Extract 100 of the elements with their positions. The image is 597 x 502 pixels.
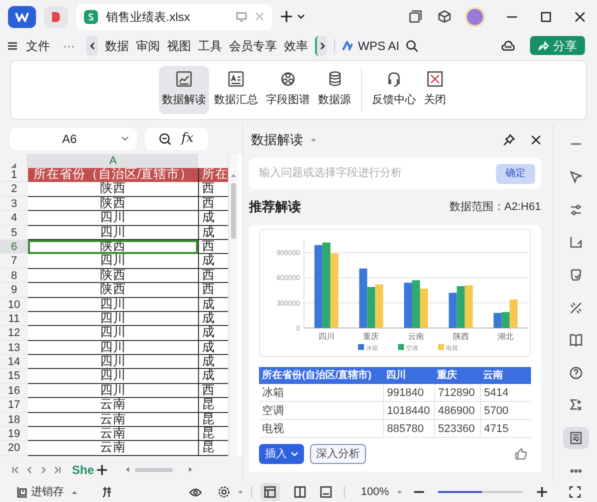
question-field[interactable]: 输入问题或选择字段进行分析 确定 <box>249 158 541 189</box>
row-header[interactable]: 18 <box>0 412 28 428</box>
row-header[interactable]: 6 <box>0 240 28 254</box>
menu-item[interactable]: 文件 <box>24 36 52 54</box>
normal-view-button[interactable] <box>260 483 280 501</box>
chevron-left-icon[interactable] <box>26 466 33 474</box>
row-header[interactable]: 8 <box>0 268 28 284</box>
row-header[interactable]: 19 <box>0 427 28 442</box>
first-sheet-icon[interactable] <box>12 466 19 474</box>
ribbon-button[interactable]: 数据汇总 <box>211 66 261 114</box>
zoom-in-icon[interactable] <box>537 487 547 497</box>
menu-item[interactable]: 会员专享 <box>229 36 277 54</box>
scroll-left-button[interactable] <box>86 36 98 56</box>
pdf-app-icon[interactable] <box>44 6 68 28</box>
dropdown-icon[interactable] <box>311 138 316 142</box>
macro-icon[interactable] <box>101 486 113 498</box>
table-cell: 云南 <box>28 398 198 413</box>
ribbon-button[interactable]: 字段图谱 <box>263 66 313 114</box>
row-header[interactable]: 15 <box>0 369 28 384</box>
x-tick-label: 湖北 <box>498 332 514 341</box>
row-header[interactable]: 17 <box>0 398 28 413</box>
minus-icon <box>570 143 580 146</box>
row-header[interactable]: 1 <box>0 168 28 182</box>
ai-button[interactable]: WPS AI <box>342 36 400 54</box>
ribbon-button[interactable]: 反馈中心 <box>369 66 419 114</box>
close-icon[interactable] <box>531 135 541 145</box>
headset-icon <box>386 71 402 88</box>
row-header[interactable]: 20 <box>0 441 28 456</box>
column-header[interactable]: A <box>28 154 198 168</box>
cube-icon[interactable] <box>438 10 451 23</box>
analyze-button[interactable]: 深入分析 <box>310 444 366 464</box>
column-header: 四川 <box>385 368 407 383</box>
row-header[interactable]: 4 <box>0 211 28 226</box>
caret-down-icon[interactable] <box>238 490 243 494</box>
add-sheet-icon[interactable] <box>97 464 108 475</box>
minimize-icon[interactable] <box>507 16 517 18</box>
more-menu[interactable]: ··· <box>59 36 79 54</box>
table-cell: 陕西 <box>28 268 198 284</box>
zoom-level[interactable]: 100% <box>360 484 389 500</box>
row-header[interactable]: 12 <box>0 326 28 341</box>
zoom-icon[interactable] <box>159 132 172 144</box>
menu-item[interactable]: 审阅 <box>136 36 160 54</box>
ribbon-button[interactable]: 关闭 <box>421 66 449 114</box>
table-cell: 5700 <box>480 402 525 419</box>
thumbs-up-icon[interactable] <box>515 448 527 460</box>
ribbon-button[interactable]: 数据源 <box>315 66 354 114</box>
pin-icon[interactable] <box>503 134 515 146</box>
page-view-icon[interactable] <box>320 486 332 498</box>
caret-down-icon[interactable] <box>397 490 402 494</box>
cloud-icon[interactable] <box>501 40 515 51</box>
name-box[interactable]: A6 <box>10 128 137 150</box>
menu-item[interactable]: 数据 <box>105 36 129 54</box>
settings-icon[interactable] <box>218 486 230 498</box>
insert-button[interactable]: 插入 <box>259 444 304 464</box>
scroll-right-button[interactable] <box>315 36 327 56</box>
row-header[interactable]: 14 <box>0 355 28 370</box>
menu-item[interactable]: 工具 <box>198 36 222 54</box>
search-icon[interactable] <box>406 40 418 52</box>
row-header[interactable]: 5 <box>0 226 28 240</box>
new-tab-icon[interactable] <box>280 10 293 23</box>
row-header[interactable]: 3 <box>0 196 28 212</box>
sheet-tab[interactable]: She <box>72 460 94 479</box>
chevron-down-icon[interactable] <box>297 14 305 20</box>
close-icon <box>427 71 443 88</box>
maximize-icon[interactable] <box>541 12 551 22</box>
table-cell: 四川 <box>28 211 198 226</box>
last-sheet-icon[interactable] <box>54 466 61 474</box>
row-header[interactable]: 13 <box>0 340 28 356</box>
menu-item[interactable]: 视图 <box>167 36 191 54</box>
share-button[interactable]: 分享 <box>530 36 585 55</box>
app-logo-button[interactable] <box>8 6 36 28</box>
avatar-icon[interactable] <box>467 8 483 24</box>
row-header[interactable]: 16 <box>0 384 28 398</box>
function-button[interactable]: fx <box>181 128 194 148</box>
table-cell: 陕西 <box>28 182 198 197</box>
menu-icon[interactable] <box>8 42 17 50</box>
chevron-right-icon[interactable] <box>40 466 47 474</box>
row-header[interactable]: 7 <box>0 254 28 269</box>
caret-up-icon[interactable] <box>72 490 77 494</box>
row-header[interactable]: 9 <box>0 283 28 298</box>
window-copy-icon[interactable] <box>409 10 422 23</box>
bar <box>456 286 465 328</box>
sheet-status[interactable]: 进销存 <box>16 484 64 500</box>
bar <box>494 312 502 328</box>
menu-item[interactable]: 效率 <box>284 36 308 54</box>
horizontal-scrollbar[interactable] <box>126 467 192 472</box>
confirm-button[interactable]: 确定 <box>496 164 535 184</box>
fullscreen-icon[interactable] <box>569 486 581 498</box>
row-header[interactable]: 11 <box>0 312 28 326</box>
eye-icon[interactable] <box>188 488 202 496</box>
bar <box>375 284 384 328</box>
row-header[interactable]: 10 <box>0 298 28 312</box>
ribbon-button[interactable]: 数据解读 <box>159 66 209 114</box>
toolbar-button[interactable] <box>562 426 588 450</box>
split-view-icon[interactable] <box>294 486 306 498</box>
row-header[interactable]: 2 <box>0 182 28 197</box>
chart-icon <box>176 71 192 88</box>
close-icon[interactable] <box>575 12 585 22</box>
table-cell: 四川 <box>28 384 198 398</box>
document-tab[interactable]: 销售业绩表.xlsx <box>76 4 272 30</box>
